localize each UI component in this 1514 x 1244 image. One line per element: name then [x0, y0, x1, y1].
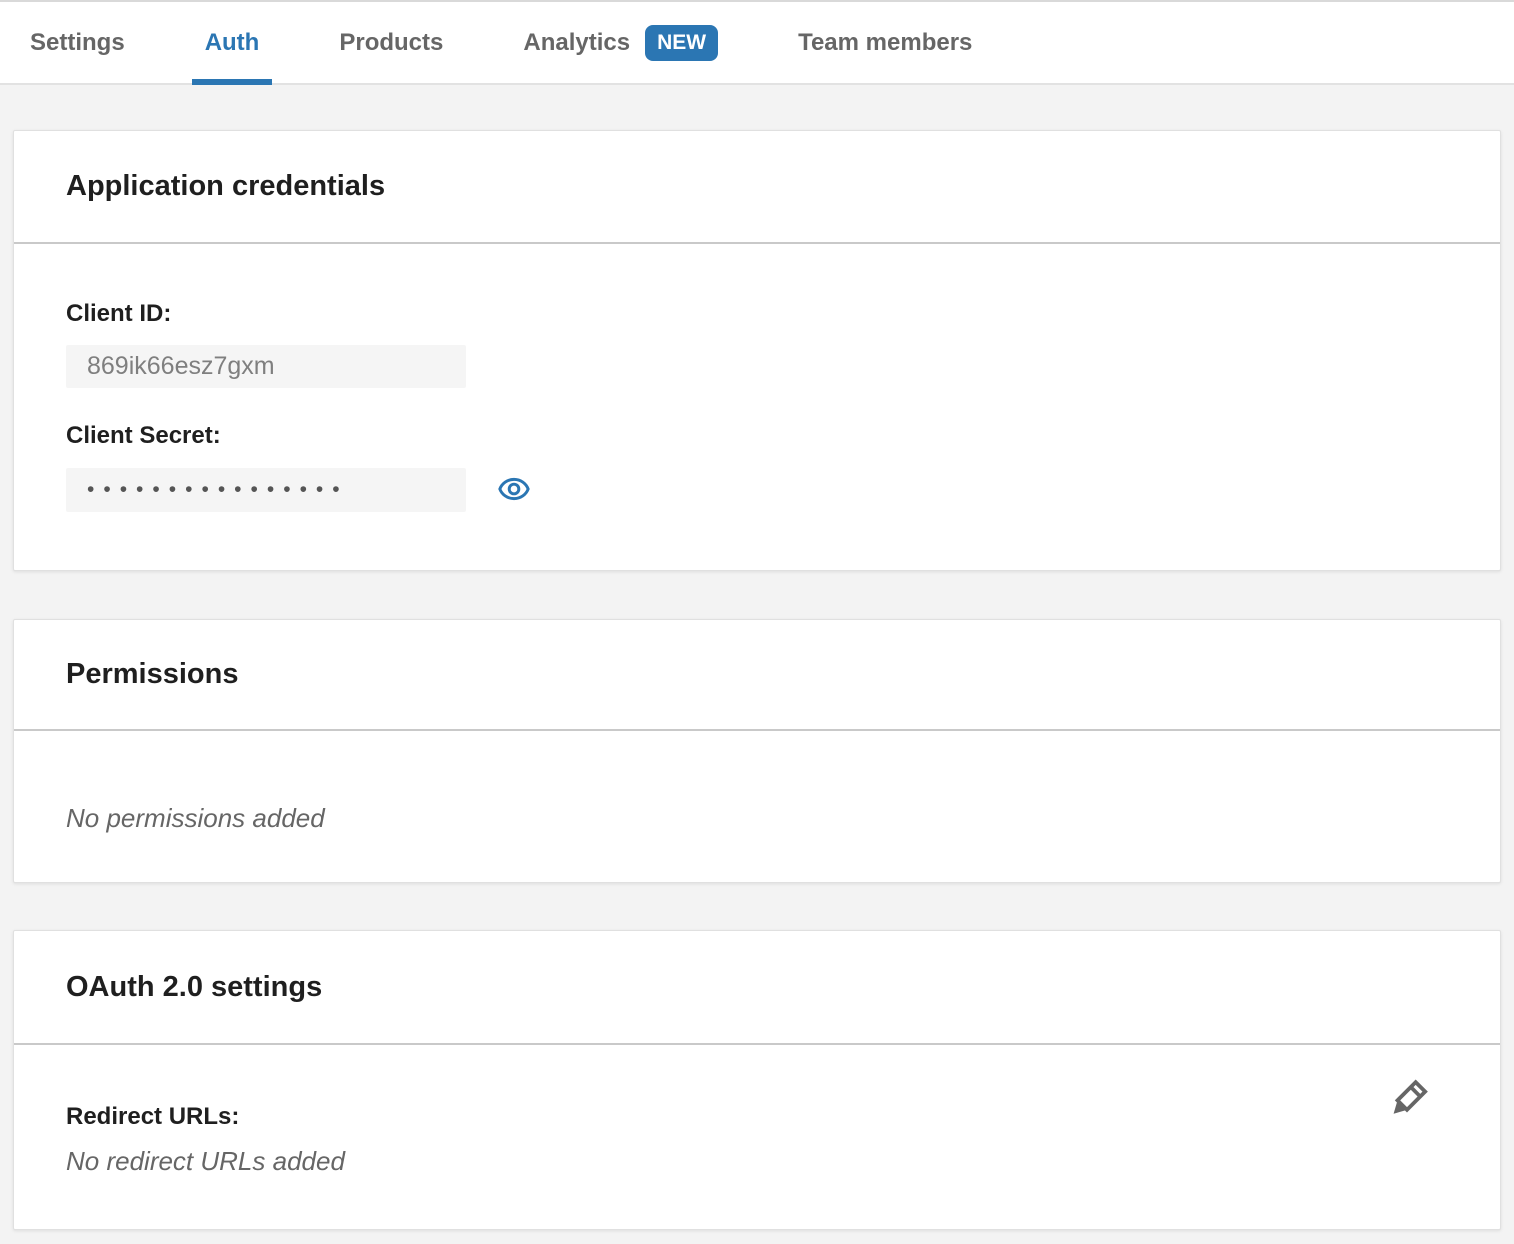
tab-team-members[interactable]: Team members — [785, 2, 985, 83]
tab-settings-label: Settings — [30, 29, 125, 57]
edit-redirect-urls-button[interactable] — [1384, 1077, 1430, 1123]
page-bottom-spacer — [0, 1230, 1514, 1242]
client-secret-row: •••••••••••••••• — [66, 468, 1448, 512]
tab-auth[interactable]: Auth — [192, 2, 273, 83]
pencil-icon — [1384, 1076, 1430, 1125]
application-credentials-card: Application credentials Client ID: 869ik… — [13, 130, 1501, 571]
reveal-secret-button[interactable] — [497, 473, 531, 507]
tab-team-members-label: Team members — [798, 29, 972, 57]
application-credentials-title: Application credentials — [66, 170, 385, 203]
tab-auth-label: Auth — [205, 29, 260, 57]
tab-settings[interactable]: Settings — [17, 2, 138, 83]
no-redirect-urls-text: No redirect URLs added — [66, 1146, 1448, 1177]
no-permissions-text: No permissions added — [66, 803, 1448, 834]
client-secret-masked-value: •••••••••••••••• — [66, 468, 466, 512]
tab-products[interactable]: Products — [326, 2, 456, 83]
tab-analytics[interactable]: Analytics NEW — [510, 2, 731, 83]
application-credentials-header: Application credentials — [14, 131, 1500, 244]
permissions-header: Permissions — [14, 620, 1500, 731]
application-credentials-body: Client ID: 869ik66esz7gxm Client Secret:… — [14, 244, 1500, 570]
oauth-settings-card: OAuth 2.0 settings Redirect URLs: No red… — [13, 930, 1501, 1230]
client-secret-label: Client Secret: — [66, 422, 1448, 450]
eye-icon — [497, 472, 531, 509]
client-id-label: Client ID: — [66, 300, 1448, 328]
permissions-body: No permissions added — [14, 731, 1500, 882]
tab-analytics-label: Analytics — [523, 29, 630, 57]
tab-products-label: Products — [339, 29, 443, 57]
oauth-settings-body: Redirect URLs: No redirect URLs added — [14, 1045, 1500, 1229]
new-badge: NEW — [645, 25, 718, 61]
redirect-urls-label: Redirect URLs: — [66, 1103, 1448, 1131]
oauth-settings-header: OAuth 2.0 settings — [14, 931, 1500, 1045]
client-id-value: 869ik66esz7gxm — [66, 345, 466, 388]
app-tab-bar: Settings Auth Products Analytics NEW Tea… — [0, 0, 1514, 85]
permissions-title: Permissions — [66, 658, 238, 691]
oauth-settings-title: OAuth 2.0 settings — [66, 971, 322, 1004]
permissions-card: Permissions No permissions added — [13, 619, 1501, 883]
